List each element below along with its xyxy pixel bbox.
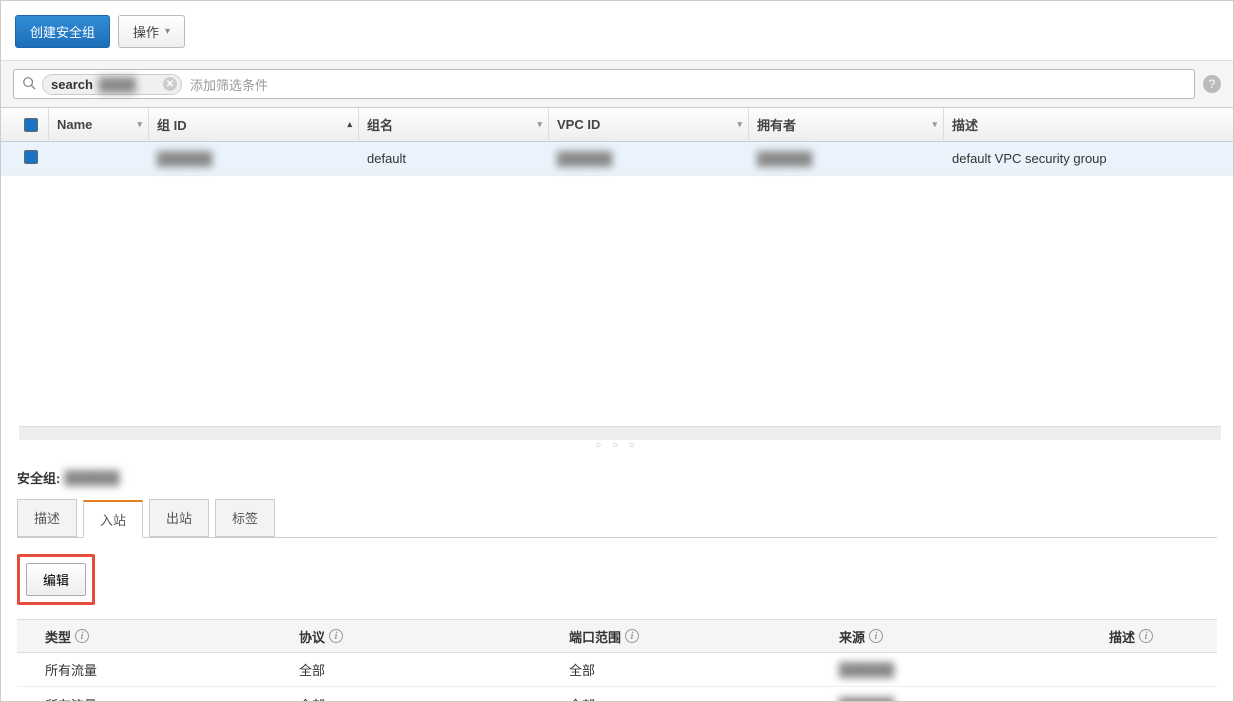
rcol-source: 来源i: [827, 627, 1097, 646]
tab-tags[interactable]: 标签: [215, 499, 275, 537]
col-vpc-id[interactable]: VPC ID▾: [549, 108, 749, 141]
horizontal-scrollbar[interactable]: [19, 426, 1221, 440]
rule-port-range: 全部: [557, 695, 827, 702]
search-icon: [22, 76, 36, 93]
table-header: Name▾ 组 ID▴ 组名▾ VPC ID▾ 拥有者▾ 描述: [1, 108, 1233, 142]
rule-row: 所有流量 全部 全部 ██████: [17, 687, 1217, 702]
search-token[interactable]: search ████ ✕: [42, 74, 182, 95]
rule-protocol: 全部: [287, 660, 557, 679]
rule-row: 所有流量 全部 全部 ██████: [17, 653, 1217, 687]
col-group-id[interactable]: 组 ID▴: [149, 108, 359, 141]
col-owner[interactable]: 拥有者▾: [749, 108, 944, 141]
rule-type: 所有流量: [17, 660, 287, 679]
info-icon[interactable]: i: [869, 629, 883, 643]
rcol-type: 类型i: [17, 627, 287, 646]
select-all-checkbox[interactable]: [13, 108, 49, 141]
edit-button[interactable]: 编辑: [26, 563, 86, 596]
col-group-name[interactable]: 组名▾: [359, 108, 549, 141]
tab-outbound[interactable]: 出站: [149, 499, 209, 537]
rcol-description: 描述i: [1097, 627, 1217, 646]
rule-type: 所有流量: [17, 695, 287, 702]
search-placeholder: 添加筛选条件: [190, 75, 268, 94]
sort-icon: ▾: [537, 119, 542, 130]
actions-label: 操作: [133, 22, 159, 41]
rule-protocol: 全部: [287, 695, 557, 702]
row-checkbox[interactable]: [13, 150, 49, 167]
cell-group-name: default: [359, 151, 549, 166]
panel-resize-handle[interactable]: ○ ○ ○: [1, 440, 1233, 452]
chevron-down-icon: ▾: [165, 26, 170, 37]
info-icon[interactable]: i: [75, 629, 89, 643]
toolbar: 创建安全组 操作 ▾: [1, 1, 1233, 61]
sort-icon: ▾: [137, 119, 142, 130]
sort-icon: ▾: [737, 119, 742, 130]
search-input[interactable]: search ████ ✕ 添加筛选条件: [13, 69, 1195, 99]
tab-panel-inbound: 编辑 类型i 协议i 端口范围i 来源i 描述i 所有流量 全部 全部 ████…: [17, 537, 1217, 702]
info-icon[interactable]: i: [1139, 629, 1153, 643]
info-icon[interactable]: i: [625, 629, 639, 643]
search-token-redacted: ████: [99, 77, 136, 92]
cell-group-id: ██████: [149, 151, 359, 166]
col-description[interactable]: 描述: [944, 108, 1233, 141]
search-token-text: search: [51, 77, 93, 92]
table-row[interactable]: ██████ default ██████ ██████ default VPC…: [1, 142, 1233, 176]
detail-panel: 安全组: ██████ 描述 入站 出站 标签 编辑 类型i 协议i 端口范围i…: [1, 452, 1233, 702]
clear-token-icon[interactable]: ✕: [163, 77, 177, 91]
actions-button[interactable]: 操作 ▾: [118, 15, 185, 48]
create-security-group-button[interactable]: 创建安全组: [15, 15, 110, 48]
sort-asc-icon: ▴: [347, 119, 352, 130]
rcol-port-range: 端口范围i: [557, 627, 827, 646]
tab-inbound[interactable]: 入站: [83, 500, 143, 538]
detail-title-value: ██████: [64, 470, 119, 485]
rules-header: 类型i 协议i 端口范围i 来源i 描述i: [17, 619, 1217, 653]
cell-vpc-id: ██████: [549, 151, 749, 166]
col-name[interactable]: Name▾: [49, 108, 149, 141]
search-row: search ████ ✕ 添加筛选条件 ?: [1, 61, 1233, 108]
sort-icon: ▾: [932, 119, 937, 130]
edit-highlight: 编辑: [17, 554, 95, 605]
help-icon[interactable]: ?: [1203, 75, 1221, 93]
cell-owner: ██████: [749, 151, 944, 166]
detail-tabs: 描述 入站 出站 标签: [17, 499, 1217, 537]
rule-source: ██████: [827, 697, 1097, 702]
rule-port-range: 全部: [557, 660, 827, 679]
table-body-empty: [1, 176, 1233, 426]
info-icon[interactable]: i: [329, 629, 343, 643]
detail-title: 安全组: ██████: [17, 468, 1217, 487]
rcol-protocol: 协议i: [287, 627, 557, 646]
rule-source: ██████: [827, 662, 1097, 677]
cell-description: default VPC security group: [944, 151, 1233, 166]
tab-description[interactable]: 描述: [17, 499, 77, 537]
